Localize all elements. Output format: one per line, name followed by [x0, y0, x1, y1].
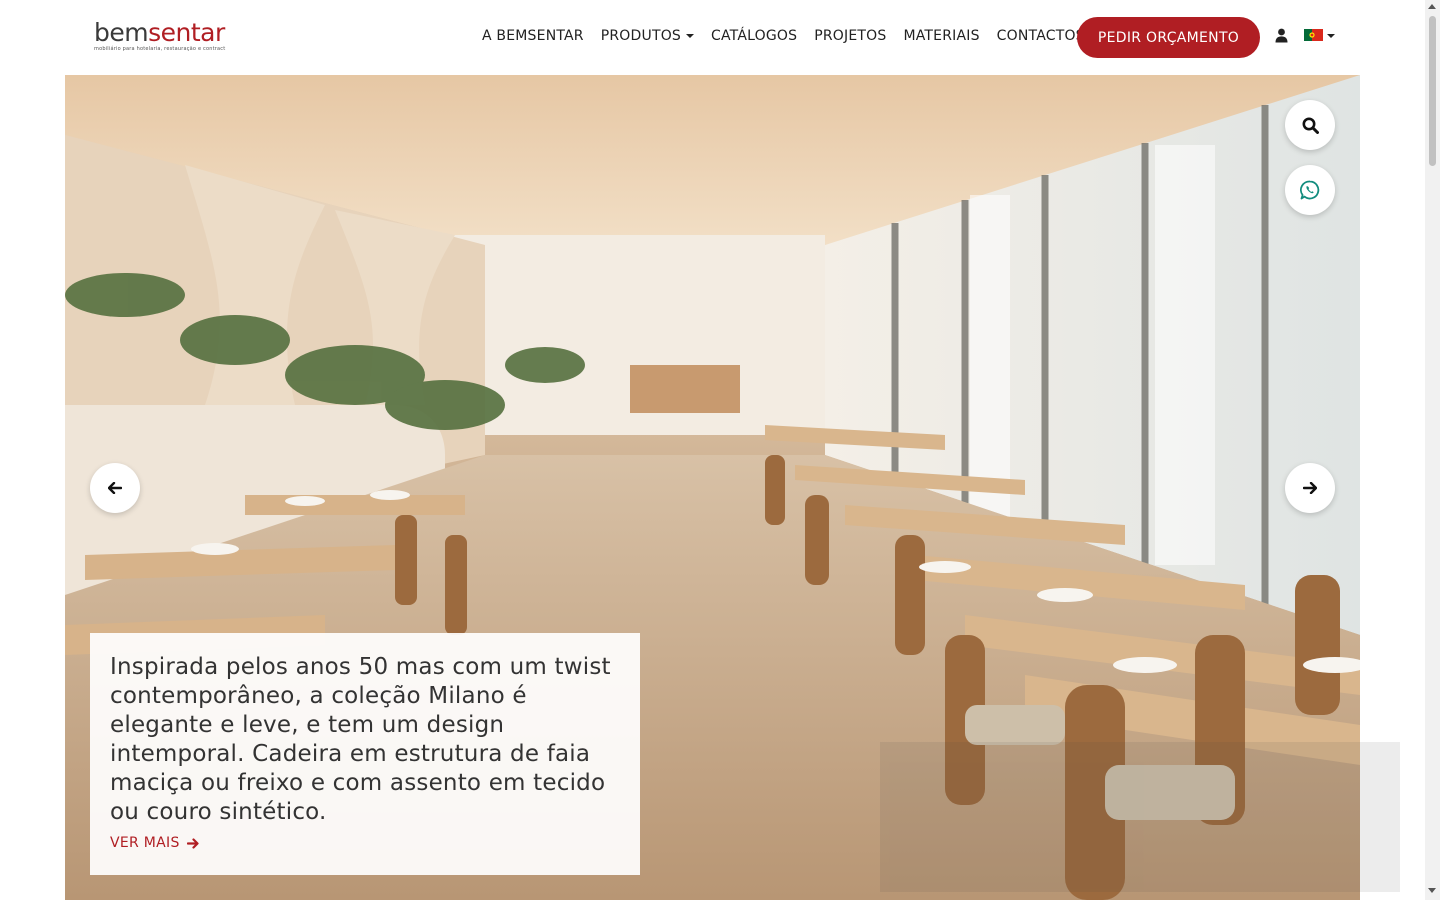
nav-item-projetos[interactable]: PROJETOS — [814, 28, 886, 44]
page-scrollbar[interactable] — [1425, 0, 1440, 900]
user-icon[interactable] — [1275, 28, 1288, 43]
search-icon — [1302, 117, 1319, 134]
fading-consent-overlay — [880, 632, 1400, 892]
search-button[interactable] — [1285, 100, 1335, 150]
whatsapp-icon — [1300, 180, 1320, 200]
overlay-close-icon[interactable]: ✕ — [1373, 635, 1396, 658]
chevron-down-icon — [686, 34, 695, 38]
ver-mais-link[interactable]: VER MAIS — [110, 835, 199, 851]
arrow-left-icon — [108, 482, 122, 494]
nav-item-materiais[interactable]: MATERIAIS — [903, 28, 979, 44]
nav-item-catalogos[interactable]: CATÁLOGOS — [711, 28, 797, 44]
main-nav: A BEMSENTAR PRODUTOS CATÁLOGOS PROJETOS … — [482, 0, 1102, 72]
arrow-right-icon — [1303, 482, 1317, 494]
request-quote-button[interactable]: PEDIR ORÇAMENTO — [1077, 17, 1260, 58]
nav-item-bemsentar[interactable]: A BEMSENTAR — [482, 28, 584, 44]
nav-item-produtos[interactable]: PRODUTOS — [601, 28, 695, 44]
carousel-next-button[interactable] — [1285, 463, 1335, 513]
portugal-flag-icon[interactable] — [1304, 29, 1323, 41]
logo-word-accent: sentar — [148, 18, 225, 47]
whatsapp-button[interactable] — [1285, 165, 1335, 215]
arrow-right-icon — [186, 837, 199, 849]
ver-mais-label: VER MAIS — [110, 835, 180, 851]
scroll-thumb[interactable] — [1429, 16, 1436, 166]
nav-item-contactos[interactable]: CONTACTOS — [997, 28, 1085, 44]
scroll-down-icon[interactable] — [1428, 888, 1436, 893]
language-chevron-down-icon[interactable] — [1327, 34, 1335, 38]
scroll-up-icon[interactable] — [1428, 4, 1436, 9]
logo-word-dark: bem — [94, 18, 149, 47]
hero-caption-card: Inspirada pelos anos 50 mas com um twist… — [90, 633, 640, 875]
logo-tagline: mobiliário para hotelaria, restauração e… — [94, 46, 226, 52]
site-header: bemsentar mobiliário para hotelaria, res… — [0, 0, 1425, 75]
hero-caption-text: Inspirada pelos anos 50 mas com um twist… — [110, 654, 611, 825]
carousel-prev-button[interactable] — [90, 463, 140, 513]
brand-logo[interactable]: bemsentar mobiliário para hotelaria, res… — [94, 18, 234, 58]
